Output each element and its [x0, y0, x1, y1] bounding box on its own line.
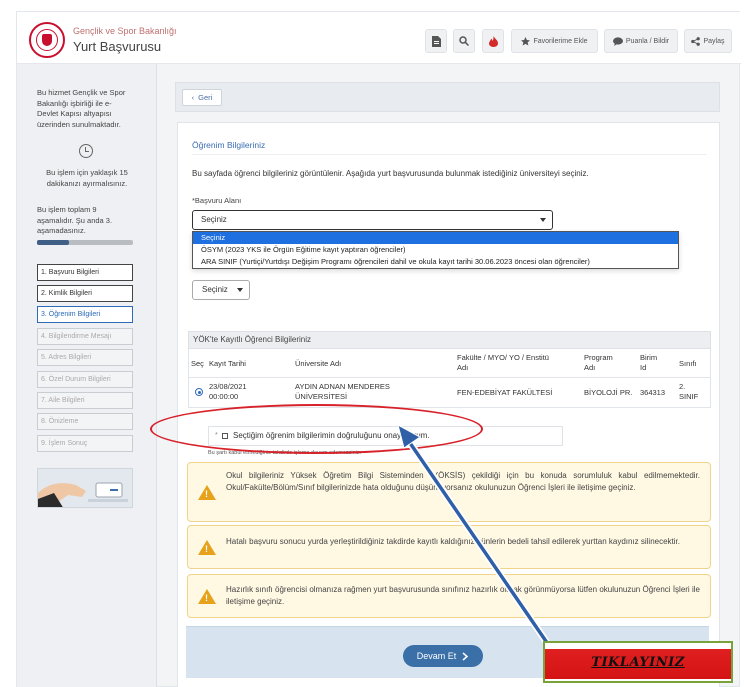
cell-program: BİYOLOJİ PR. — [584, 388, 633, 397]
university-select[interactable]: Seçiniz — [192, 280, 250, 300]
chevron-right-icon — [462, 651, 469, 661]
application-area-select[interactable]: Seçiniz — [192, 210, 553, 230]
progress-fill — [37, 240, 69, 245]
cell-birim: 364313 — [640, 388, 666, 397]
service-info: Bu hizmet Gençlik ve Spor Bakanlığı işbi… — [37, 88, 126, 129]
col-sec: Seç — [191, 359, 204, 368]
step-5: 5. Adres Bilgileri — [37, 349, 133, 366]
click-here-label: TIKLAYINIZ — [591, 654, 685, 670]
share-icon — [691, 36, 701, 46]
application-area-options: Seçiniz ÖSYM (2023 YKS ile Örgün Eğitime… — [192, 231, 679, 269]
search-button[interactable] — [453, 29, 475, 53]
step-6: 6. Özel Durum Bilgileri — [37, 371, 133, 388]
step-7: 7. Aile Bilgileri — [37, 392, 133, 409]
application-area-label: *Başvuru Alanı — [192, 196, 242, 205]
warning-icon — [198, 589, 216, 604]
step-2[interactable]: 2. Kimlik Bilgileri — [37, 285, 133, 302]
page-frame: Gençlik ve Spor Bakanlığı Yurt Başvurusu… — [16, 11, 741, 687]
cell-universite: AYDIN ADNAN MENDERES ÜNİVERSİTESİ — [295, 382, 390, 401]
search-icon — [459, 36, 469, 46]
option-ara-sinif[interactable]: ARA SINIF (Yurtiçi/Yurtdışı Değişim Prog… — [193, 256, 678, 268]
warning-hazirlik: Hazırlık sınıfı öğrencisi olmanıza rağme… — [187, 574, 711, 618]
cell-kayit-tarihi: 23/08/2021 00:00:00 — [209, 382, 247, 401]
warning-hatali: Hatalı başvuru sonucu yurda yerleştirild… — [187, 525, 711, 569]
steps-info: Bu işlem toplam 9 aşamalıdır. Şu anda 3.… — [37, 205, 113, 235]
step-8: 8. Önizleme — [37, 413, 133, 430]
col-birim: Birim Id — [640, 353, 658, 372]
col-kayit-tarihi: Kayıt Tarihi — [209, 359, 246, 368]
app-title: Yurt Başvurusu — [73, 39, 162, 54]
select-radio[interactable] — [195, 388, 203, 396]
click-here-banner[interactable]: TIKLAYINIZ — [543, 641, 733, 683]
step-9: 9. İşlem Sonuç — [37, 435, 133, 452]
description: Bu sayfada öğrenci bilgileriniz görüntül… — [192, 169, 589, 178]
share-button[interactable]: Paylaş — [684, 29, 732, 53]
add-favorites-label: Favorilerime Ekle — [533, 37, 588, 45]
cell-sinif: 2. SINIF — [679, 382, 699, 401]
header: Gençlik ve Spor Bakanlığı Yurt Başvurusu… — [17, 12, 741, 64]
sidebar: Bu hizmet Gençlik ve Spor Bakanlığı işbi… — [17, 64, 157, 687]
chat-icon — [612, 36, 623, 46]
section-title: Öğrenim Bilgileriniz — [192, 140, 266, 150]
col-universite: Üniversite Adı — [295, 359, 342, 368]
promo-image — [37, 468, 133, 508]
caret-down-icon — [540, 218, 546, 222]
document-icon — [432, 35, 441, 47]
chevron-left-icon: ‹ — [191, 93, 195, 102]
ministry-logo[interactable] — [29, 22, 65, 58]
back-label: Geri — [198, 93, 213, 102]
caret-down-icon — [237, 288, 243, 292]
col-sinif: Sınıfı — [679, 359, 697, 368]
warning-icon — [198, 540, 216, 555]
progress-bar — [37, 240, 133, 245]
step-1[interactable]: 1. Başvuru Bilgileri — [37, 264, 133, 281]
divider — [192, 154, 707, 155]
clock-icon — [79, 144, 93, 158]
add-favorites-button[interactable]: Favorilerime Ekle — [511, 29, 598, 53]
share-label: Paylaş — [703, 37, 725, 45]
yok-table-title: YÖK'te Kayıtlı Öğrenci Bilgileriniz — [188, 331, 711, 349]
step-4: 4. Bilgilendirme Mesajı — [37, 328, 133, 345]
continue-button[interactable]: Devam Et — [403, 645, 483, 667]
col-program: Program Adı — [584, 353, 613, 372]
rate-label: Puanla / Bildir — [625, 37, 670, 45]
ministry-name: Gençlik ve Spor Bakanlığı — [73, 26, 177, 36]
rate-button[interactable]: Puanla / Bildir — [604, 29, 678, 53]
col-fakulte: Fakülte / MYO/ YO / Enstitü Adı — [457, 353, 549, 372]
document-button[interactable] — [425, 29, 447, 53]
warning-yoksis: Okul bilgileriniz Yüksek Öğretim Bilgi S… — [187, 462, 711, 522]
star-icon — [521, 36, 531, 46]
warning-icon — [198, 485, 216, 500]
table-header: Seç Kayıt Tarihi Üniversite Adı Fakülte … — [188, 349, 711, 378]
popular-button[interactable] — [482, 29, 504, 53]
cell-fakulte: FEN-EDEBİYAT FAKÜLTESİ — [457, 388, 553, 397]
option-osym[interactable]: ÖSYM (2023 YKS ile Örgün Eğitime kayıt y… — [193, 244, 678, 256]
continue-label: Devam Et — [416, 651, 457, 661]
table-row[interactable]: 23/08/2021 00:00:00 AYDIN ADNAN MENDERES… — [188, 378, 711, 408]
back-button[interactable]: ‹ Geri — [182, 89, 222, 106]
back-bar: ‹ Geri — [175, 82, 720, 112]
time-info: Bu işlem için yaklaşık 15 dakikanızı ayı… — [46, 168, 128, 188]
step-3[interactable]: 3. Öğrenim Bilgileri — [37, 306, 133, 323]
fire-icon — [488, 35, 498, 47]
highlight-ellipse — [150, 404, 483, 454]
option-seciniz[interactable]: Seçiniz — [193, 232, 678, 244]
